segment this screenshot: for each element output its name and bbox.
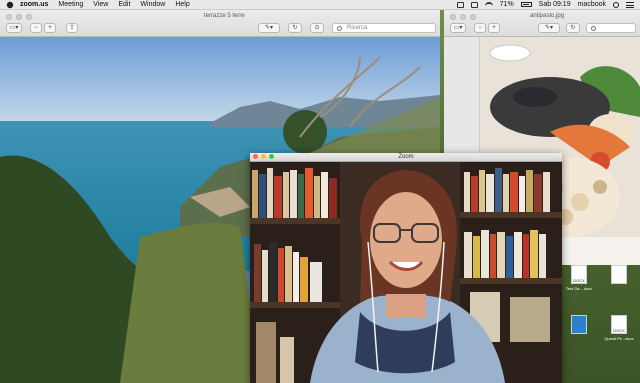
zoom-out-button[interactable]: − (474, 23, 486, 33)
user-name[interactable]: macbook (578, 1, 606, 8)
share-button[interactable]: ⇪ (66, 23, 78, 33)
zoom-in-button[interactable]: + (488, 23, 500, 33)
wifi-icon[interactable] (484, 2, 493, 7)
markup-pen-button[interactable]: ✎▾ (258, 23, 280, 33)
sidebar-toggle-button[interactable]: ▭▾ (6, 23, 22, 33)
rotate-button[interactable]: ↻ (566, 23, 580, 33)
zoom-button[interactable] (470, 14, 476, 20)
rotate-button[interactable]: ↻ (288, 23, 302, 33)
zoom-tray-icon[interactable] (470, 1, 478, 8)
zoom-in-button[interactable]: + (44, 23, 56, 33)
docx-file-icon: DOCX (571, 265, 587, 284)
search-icon (591, 26, 596, 31)
preview2-toolbar: antipasto.jpg ▭▾ − + ✎▾ ↻ (444, 10, 640, 37)
menu-edit[interactable]: Edit (118, 1, 130, 8)
close-button[interactable] (6, 14, 12, 20)
zoom-title-bar[interactable]: Zoom (250, 153, 562, 162)
clock[interactable]: Sab 09:19 (539, 1, 571, 8)
file-name-label: Questi Pe...docx (604, 336, 634, 341)
notification-center-icon[interactable] (626, 1, 634, 8)
menu-app-name[interactable]: zoom.us (20, 1, 48, 8)
zoom-window-title: Zoom (398, 154, 414, 160)
participant-video[interactable] (250, 162, 562, 383)
search-input[interactable] (586, 23, 636, 33)
desktop-file-icon[interactable]: DOCX Tesi Ga... docx (560, 265, 598, 291)
markup-toolbox-button[interactable]: ⊙ (310, 23, 324, 33)
search-placeholder: Ricerca (347, 25, 368, 31)
close-button[interactable] (450, 14, 456, 20)
file-type-label: DOCX (573, 278, 585, 283)
zoom-video-window: Zoom (250, 153, 562, 383)
menu-bar: zoom.us Meeting View Edit Window Help 71… (0, 0, 640, 10)
menu-view[interactable]: View (93, 1, 108, 8)
docx-file-icon: DOCX (611, 315, 627, 334)
window-title: terrazze 5 terre (204, 13, 245, 19)
desktop-file-icon[interactable] (600, 265, 638, 286)
search-input[interactable]: Ricerca (332, 23, 436, 33)
menu-help[interactable]: Help (175, 1, 189, 8)
preview-toolbar: terrazze 5 terre ▭▾ − + ⇪ ✎▾ ↻ ⊙ Ricerca (0, 10, 440, 37)
image-file-icon (611, 265, 627, 284)
minimize-button[interactable] (460, 14, 466, 20)
spotlight-search-icon[interactable] (613, 1, 619, 8)
file-type-label: DOCX (613, 328, 625, 333)
search-icon (337, 26, 342, 31)
markup-pen-button[interactable]: ✎▾ (538, 23, 560, 33)
menu-meeting[interactable]: Meeting (58, 1, 83, 8)
screen-share-icon[interactable] (456, 1, 464, 8)
zoom-out-button[interactable]: − (30, 23, 42, 33)
window2-title: antipasto.jpg (530, 13, 565, 19)
battery-percent: 71% (499, 1, 514, 8)
desktop-file-icon[interactable]: DOCX Questi Pe...docx (600, 315, 638, 341)
app-file-icon (571, 315, 587, 334)
desktop-file-icon[interactable] (560, 315, 598, 336)
window-controls (6, 14, 36, 20)
zoom-button[interactable] (26, 14, 32, 20)
menu-window[interactable]: Window (140, 1, 165, 8)
battery-icon[interactable] (520, 2, 532, 7)
file-name-label: Tesi Ga... docx (565, 286, 593, 291)
apple-menu-icon[interactable] (6, 1, 14, 8)
window2-controls (450, 14, 480, 20)
minimize-button[interactable] (16, 14, 22, 20)
sidebar-toggle-button[interactable]: ▭▾ (450, 23, 466, 33)
